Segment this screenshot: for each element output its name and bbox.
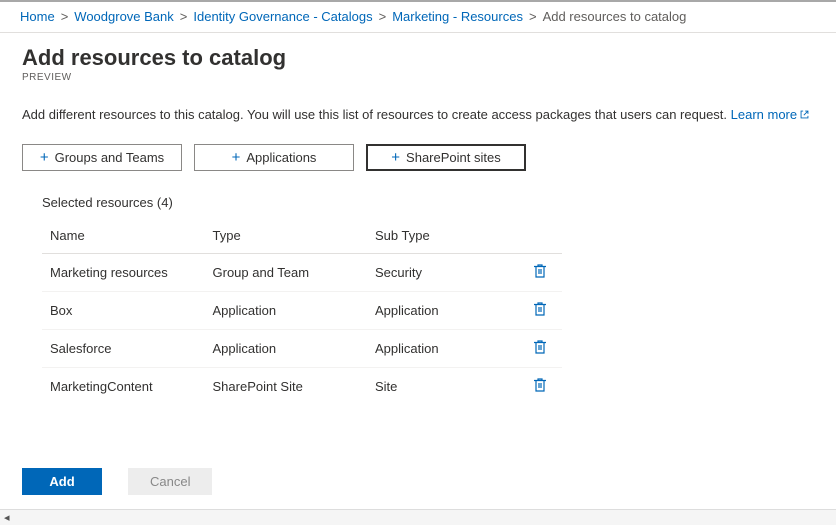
chevron-icon: >: [529, 9, 537, 24]
cell-subtype: Application: [367, 330, 519, 368]
cell-name: Marketing resources: [42, 254, 205, 292]
cell-subtype: Site: [367, 368, 519, 406]
trash-icon[interactable]: [533, 339, 547, 355]
sharepoint-sites-button[interactable]: + SharePoint sites: [366, 144, 526, 171]
selected-resources-table: Name Type Sub Type Marketing resources G…: [42, 220, 562, 405]
table-row: Marketing resources Group and Team Secur…: [42, 254, 562, 292]
cell-subtype: Security: [367, 254, 519, 292]
page-description: Add different resources to this catalog.…: [22, 107, 814, 122]
add-button[interactable]: Add: [22, 468, 102, 495]
cell-type: Group and Team: [205, 254, 368, 292]
preview-badge: PREVIEW: [22, 72, 814, 83]
table-row: Salesforce Application Application: [42, 330, 562, 368]
trash-icon[interactable]: [533, 301, 547, 317]
chevron-icon: >: [61, 9, 69, 24]
learn-more-link[interactable]: Learn more: [731, 107, 810, 122]
breadcrumb-link[interactable]: Identity Governance - Catalogs: [193, 9, 372, 24]
plus-icon: +: [232, 150, 241, 165]
applications-button[interactable]: + Applications: [194, 144, 354, 171]
breadcrumb-current: Add resources to catalog: [543, 9, 687, 24]
selected-resources-heading: Selected resources (4): [42, 195, 814, 210]
groups-and-teams-button[interactable]: + Groups and Teams: [22, 144, 182, 171]
table-row: Box Application Application: [42, 292, 562, 330]
chevron-icon: >: [379, 9, 387, 24]
external-link-icon: [799, 109, 810, 120]
cell-type: Application: [205, 292, 368, 330]
trash-icon[interactable]: [533, 263, 547, 279]
cell-name: Salesforce: [42, 330, 205, 368]
footer-actions: Add Cancel: [22, 468, 212, 495]
plus-icon: +: [40, 150, 49, 165]
cell-subtype: Application: [367, 292, 519, 330]
breadcrumb-link[interactable]: Marketing - Resources: [392, 9, 523, 24]
breadcrumb: Home > Woodgrove Bank > Identity Governa…: [0, 2, 836, 33]
column-header-type[interactable]: Type: [205, 220, 368, 254]
chevron-icon: >: [180, 9, 188, 24]
table-row: MarketingContent SharePoint Site Site: [42, 368, 562, 406]
breadcrumb-link[interactable]: Home: [20, 9, 55, 24]
page-title: Add resources to catalog: [22, 45, 814, 71]
cell-name: MarketingContent: [42, 368, 205, 406]
column-header-subtype[interactable]: Sub Type: [367, 220, 519, 254]
scrollbar-horizontal[interactable]: ◂: [0, 509, 836, 525]
cell-type: Application: [205, 330, 368, 368]
trash-icon[interactable]: [533, 377, 547, 393]
breadcrumb-link[interactable]: Woodgrove Bank: [74, 9, 174, 24]
chevron-left-icon: ◂: [4, 511, 10, 524]
cancel-button[interactable]: Cancel: [128, 468, 212, 495]
cell-type: SharePoint Site: [205, 368, 368, 406]
cell-name: Box: [42, 292, 205, 330]
resource-type-buttons: + Groups and Teams + Applications + Shar…: [22, 144, 814, 171]
plus-icon: +: [391, 150, 400, 165]
column-header-name[interactable]: Name: [42, 220, 205, 254]
